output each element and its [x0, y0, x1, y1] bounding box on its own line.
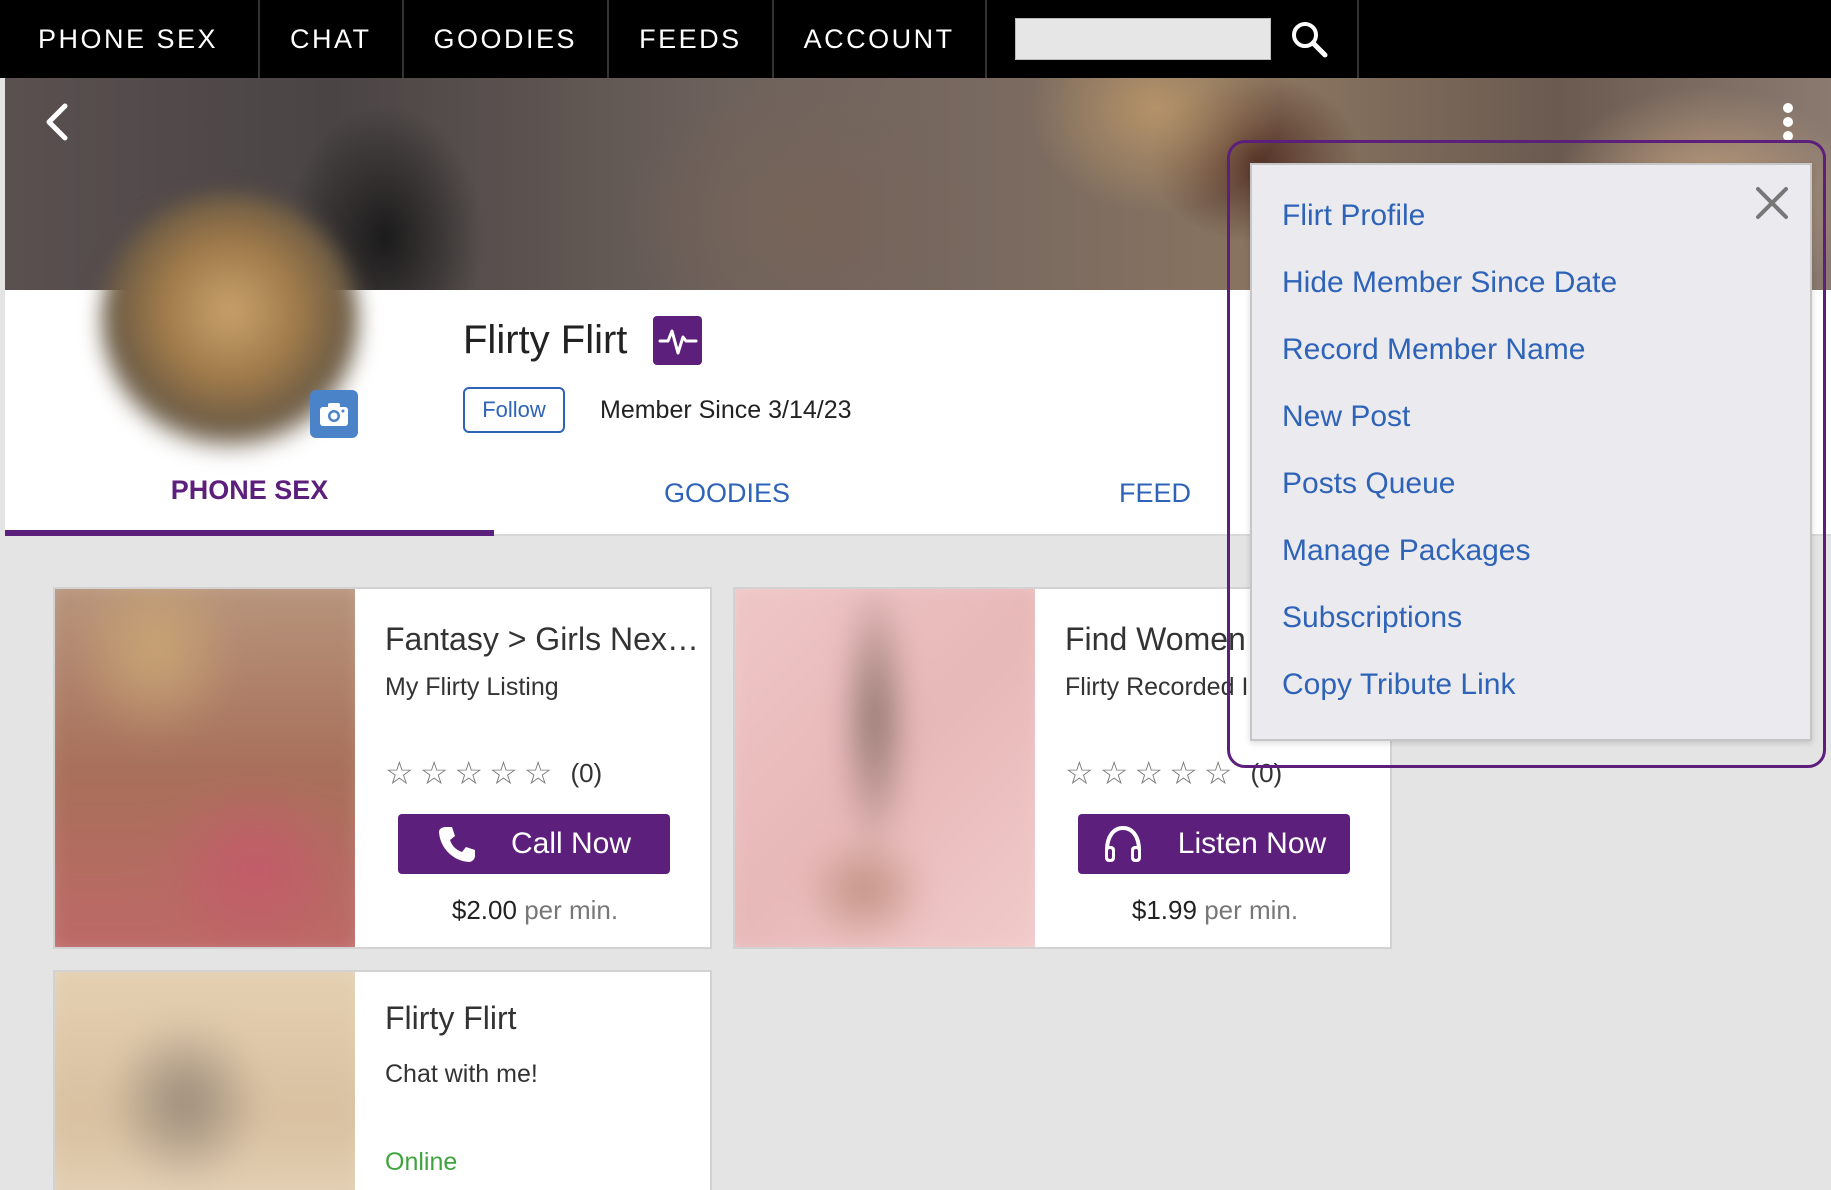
headphones-icon [1102, 824, 1144, 864]
listen-now-label: Listen Now [1177, 827, 1327, 860]
star-icon: ☆ [1134, 755, 1164, 791]
menu-item-copy-tribute-link[interactable]: Copy Tribute Link [1282, 668, 1515, 702]
chat-thumbnail [55, 972, 355, 1190]
star-icon: ☆ [489, 755, 518, 791]
profile-options-menu: Flirt Profile Hide Member Since Date Rec… [1250, 163, 1812, 741]
listing-subtitle: Flirty Recorded I [1065, 673, 1249, 701]
menu-item-flirt-profile[interactable]: Flirt Profile [1282, 199, 1425, 233]
call-now-button[interactable]: Call Now [398, 814, 670, 874]
phone-icon [437, 824, 477, 864]
menu-item-record-member-name[interactable]: Record Member Name [1282, 333, 1585, 367]
tab-phone-sex[interactable]: PHONE SEX [5, 450, 494, 536]
menu-item-hide-member-since[interactable]: Hide Member Since Date [1282, 266, 1617, 300]
star-icon: ☆ [1169, 755, 1198, 791]
menu-item-manage-packages[interactable]: Manage Packages [1282, 534, 1531, 568]
nav-chat[interactable]: CHAT [260, 0, 404, 78]
nav-account[interactable]: ACCOUNT [774, 0, 987, 78]
close-icon [1756, 187, 1788, 219]
nav-goodies[interactable]: GOODIES [404, 0, 610, 78]
price: $1.99 per min. [1035, 895, 1390, 926]
top-nav: PHONE SEX CHAT GOODIES FEEDS ACCOUNT [0, 0, 1831, 78]
listing-title: Find Women [1065, 621, 1246, 657]
search-button[interactable] [1283, 13, 1335, 65]
chat-card[interactable]: Flirty Flirt Chat with me! Online [53, 970, 712, 1190]
listing-thumbnail [55, 589, 355, 947]
price: $2.00 per min. [355, 895, 710, 926]
search-bar [987, 0, 1359, 78]
listing-thumbnail [735, 589, 1035, 947]
online-status: Online [385, 1148, 458, 1176]
tab-goodies[interactable]: GOODIES [575, 450, 879, 536]
menu-item-subscriptions[interactable]: Subscriptions [1282, 601, 1462, 635]
star-icon: ☆ [523, 755, 553, 791]
chat-title: Flirty Flirt [385, 1000, 517, 1036]
listing-card[interactable]: Fantasy > Girls Nex… My Flirty Listing ☆… [53, 587, 712, 949]
review-count: (0) [570, 757, 603, 788]
camera-icon [320, 403, 348, 426]
chevron-left-icon [46, 103, 68, 141]
listing-subtitle: My Flirty Listing [385, 673, 559, 701]
chat-subtitle: Chat with me! [385, 1060, 538, 1088]
activity-badge[interactable] [653, 316, 702, 365]
star-icon: ☆ [1065, 755, 1094, 791]
profile-name: Flirty Flirt [463, 318, 628, 362]
star-icon: ☆ [1203, 755, 1233, 791]
price-unit: per min. [1204, 895, 1299, 925]
nav-feeds[interactable]: FEEDS [609, 0, 774, 78]
star-icon: ☆ [385, 755, 414, 791]
back-button[interactable] [35, 92, 79, 152]
call-now-label: Call Now [510, 827, 632, 860]
menu-item-new-post[interactable]: New Post [1282, 400, 1410, 434]
nav-phone-sex[interactable]: PHONE SEX [0, 0, 261, 78]
member-since-text: Member Since 3/14/23 [600, 396, 852, 424]
listing-title: Fantasy > Girls Nex… [385, 621, 699, 657]
rating-stars: ☆ ☆ ☆ ☆ ☆ (0) [385, 757, 602, 789]
star-icon: ☆ [454, 755, 484, 791]
price-value: $2.00 [451, 895, 517, 925]
change-photo-button[interactable] [310, 390, 358, 438]
search-icon [1291, 22, 1328, 58]
pulse-icon [658, 329, 697, 354]
menu-item-posts-queue[interactable]: Posts Queue [1282, 467, 1455, 501]
listen-now-button[interactable]: Listen Now [1078, 814, 1350, 874]
close-menu-button[interactable] [1752, 183, 1792, 223]
price-value: $1.99 [1131, 895, 1197, 925]
price-unit: per min. [524, 895, 619, 925]
follow-button[interactable]: Follow [463, 387, 565, 433]
search-input[interactable] [1014, 18, 1271, 60]
star-icon: ☆ [1099, 755, 1129, 791]
star-icon: ☆ [419, 755, 449, 791]
